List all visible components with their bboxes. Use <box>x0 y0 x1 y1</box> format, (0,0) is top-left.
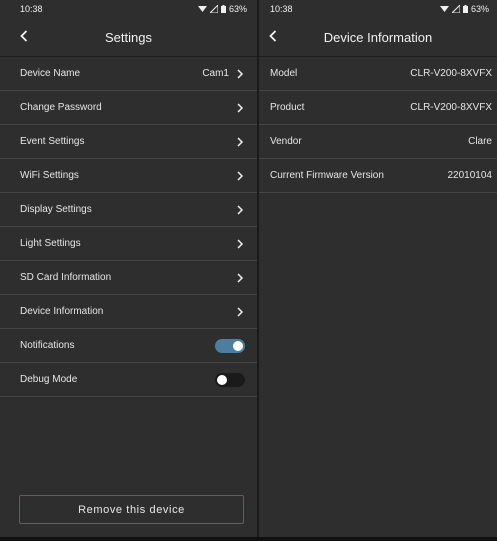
row-value: 22010104 <box>447 170 493 181</box>
device-name-value: Cam1 <box>202 68 229 79</box>
row-label: Display Settings <box>20 204 92 215</box>
product-row: Product CLR-V200-8XVFX <box>259 91 497 125</box>
row-label: SD Card Information <box>20 272 112 283</box>
wifi-icon <box>197 6 207 12</box>
row-label: Device Information <box>20 306 104 317</box>
chevron-right-icon <box>237 272 244 283</box>
battery-icon <box>462 5 468 13</box>
chevron-right-icon <box>237 306 244 317</box>
debug-mode-toggle[interactable] <box>215 372 245 387</box>
battery-percent: 63% <box>470 4 489 14</box>
row-label: Light Settings <box>20 238 81 249</box>
chevron-right-icon <box>237 238 244 249</box>
row-label: Model <box>270 68 298 79</box>
toggle-knob <box>217 374 227 385</box>
remove-device-button[interactable]: Remove this device <box>19 495 244 524</box>
device-info-header: Device Information <box>259 18 497 57</box>
notifications-row: Notifications <box>0 329 257 363</box>
status-time: 10:38 <box>20 4 43 14</box>
row-value: CLR-V200-8XVFX <box>410 102 492 113</box>
row-label: Product <box>270 102 305 113</box>
settings-header: Settings <box>0 18 257 57</box>
chevron-right-icon <box>237 204 244 215</box>
row-value: CLR-V200-8XVFX <box>410 68 492 79</box>
status-bar: 10:38 63% <box>259 0 497 18</box>
chevron-left-icon <box>20 30 28 42</box>
battery-percent: 63% <box>228 4 247 14</box>
settings-screen: 10:38 63% Settings Device Name Cam1 Chan… <box>0 0 257 541</box>
light-settings-row[interactable]: Light Settings <box>0 227 257 261</box>
navigation-bar <box>0 537 497 541</box>
status-icons: 63% <box>197 4 247 14</box>
status-bar: 10:38 63% <box>0 0 257 18</box>
toggle-knob <box>233 340 243 351</box>
change-password-row[interactable]: Change Password <box>0 91 257 125</box>
chevron-right-icon <box>237 170 244 181</box>
event-settings-row[interactable]: Event Settings <box>0 125 257 159</box>
display-settings-row[interactable]: Display Settings <box>0 193 257 227</box>
row-label: Change Password <box>20 102 102 113</box>
model-row: Model CLR-V200-8XVFX <box>259 57 497 91</box>
chevron-right-icon <box>237 136 244 147</box>
firmware-version-row: Current Firmware Version 22010104 <box>259 159 497 193</box>
device-information-row[interactable]: Device Information <box>0 295 257 329</box>
signal-icon <box>209 5 218 13</box>
sd-card-information-row[interactable]: SD Card Information <box>0 261 257 295</box>
device-information-screen: 10:38 63% Device Information Model CLR-V… <box>259 0 497 541</box>
row-value: Clare <box>468 136 492 147</box>
row-label: Debug Mode <box>20 374 78 385</box>
row-label: Vendor <box>270 136 302 147</box>
row-label: Notifications <box>20 340 75 351</box>
device-name-row[interactable]: Device Name Cam1 <box>0 57 257 91</box>
battery-icon <box>220 5 226 13</box>
row-label: Current Firmware Version <box>270 170 384 181</box>
chevron-left-icon <box>269 30 277 42</box>
notifications-toggle[interactable] <box>215 338 245 353</box>
status-time: 10:38 <box>270 4 293 14</box>
wifi-settings-row[interactable]: WiFi Settings <box>0 159 257 193</box>
row-label: Event Settings <box>20 136 85 147</box>
row-label: WiFi Settings <box>20 170 79 181</box>
page-title: Settings <box>105 29 152 45</box>
settings-list: Device Name Cam1 Change Password Event S… <box>0 57 257 397</box>
vendor-row: Vendor Clare <box>259 125 497 159</box>
back-button[interactable] <box>263 26 283 46</box>
wifi-icon <box>439 6 449 12</box>
chevron-right-icon <box>237 102 244 113</box>
status-icons: 63% <box>439 4 489 14</box>
device-info-list: Model CLR-V200-8XVFX Product CLR-V200-8X… <box>259 57 497 193</box>
page-title: Device Information <box>323 29 433 45</box>
back-button[interactable] <box>14 26 34 46</box>
chevron-right-icon <box>237 68 244 79</box>
row-label: Device Name <box>20 68 81 79</box>
signal-icon <box>451 5 460 13</box>
debug-mode-row: Debug Mode <box>0 363 257 397</box>
